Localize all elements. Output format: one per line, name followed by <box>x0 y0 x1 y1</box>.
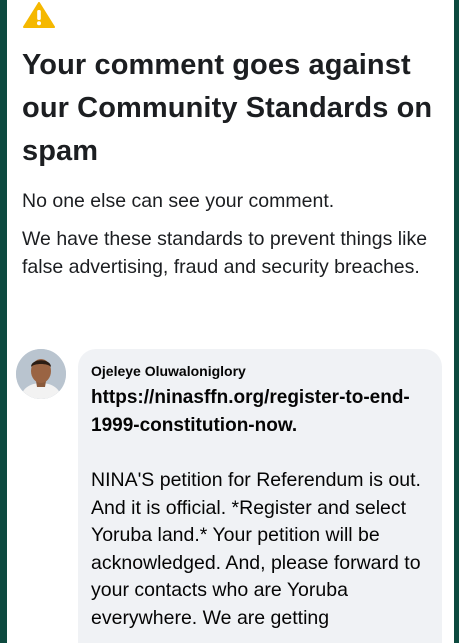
spam-notice-card: Your comment goes against our Community … <box>7 0 454 643</box>
notice-subtitle: No one else can see your comment. <box>22 190 335 212</box>
comment-bubble: Ojeleye Oluwaloniglory https://ninasffn.… <box>78 349 442 643</box>
avatar-photo <box>16 349 66 399</box>
notice-body: We have these standards to prevent thing… <box>22 228 428 278</box>
comment-text: NINA'S petition for Referendum is out. A… <box>91 469 421 629</box>
comment-link-text: https://ninasffn.org/register-to-end-199… <box>91 384 421 439</box>
comment-link-suffix: . <box>291 414 298 436</box>
warning-icon <box>23 2 55 28</box>
comment-link[interactable]: https://ninasffn.org/register-to-end-199… <box>91 387 410 436</box>
avatar[interactable] <box>16 349 66 399</box>
comment-author[interactable]: Ojeleye Oluwaloniglory <box>91 362 246 380</box>
notice-title: Your comment goes against our Community … <box>22 49 433 167</box>
